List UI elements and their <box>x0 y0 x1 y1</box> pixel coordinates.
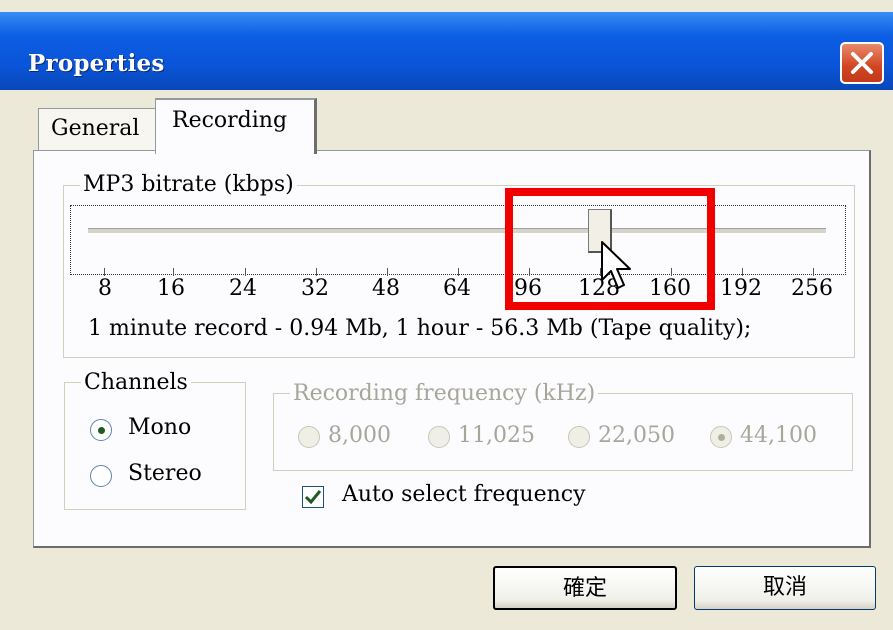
frequency-group-label: Recording frequency (kHz) <box>290 381 599 406</box>
channels-group: Channels <box>64 370 246 510</box>
slider-tick <box>458 268 459 276</box>
tick-label: 8 <box>98 276 112 301</box>
tick-label: 24 <box>229 276 257 301</box>
freq-44100-label[interactable]: 44,100 <box>740 423 817 448</box>
tick-label: 256 <box>791 276 833 301</box>
slider-tick <box>742 268 743 276</box>
close-button[interactable] <box>840 42 884 84</box>
freq-8000-radio[interactable] <box>298 426 320 448</box>
tick-label: 16 <box>157 276 185 301</box>
freq-11025-label[interactable]: 11,025 <box>458 423 535 448</box>
slider-tick <box>173 268 174 276</box>
channels-group-label: Channels <box>81 370 191 395</box>
freq-22050-radio[interactable] <box>568 426 590 448</box>
cancel-button[interactable]: 取消 <box>694 566 876 610</box>
slider-tick <box>316 268 317 276</box>
freq-8000-label[interactable]: 8,000 <box>328 423 391 448</box>
bitrate-group-label: MP3 bitrate (kbps) <box>80 172 297 197</box>
auto-select-label[interactable]: Auto select frequency <box>342 482 586 507</box>
auto-select-checkbox[interactable] <box>302 486 324 508</box>
slider-tick <box>245 268 246 276</box>
slider-tick <box>387 268 388 276</box>
stereo-label[interactable]: Stereo <box>128 461 202 486</box>
tab-recording[interactable]: Recording <box>155 98 317 154</box>
slider-tick <box>104 268 105 276</box>
tab-general[interactable]: General <box>38 108 156 152</box>
freq-44100-radio[interactable] <box>710 426 732 448</box>
slider-track[interactable] <box>88 228 826 234</box>
ok-button[interactable]: 確定 <box>493 566 677 610</box>
freq-22050-label[interactable]: 22,050 <box>598 423 675 448</box>
tick-label: 32 <box>301 276 329 301</box>
checkmark-icon <box>304 490 322 505</box>
freq-11025-radio[interactable] <box>428 426 450 448</box>
slider-tick <box>813 268 814 276</box>
window-title: Properties <box>28 50 165 77</box>
bitrate-info-text: 1 minute record - 0.94 Mb, 1 hour - 56.3… <box>88 316 752 341</box>
close-icon <box>851 52 873 74</box>
mono-radio[interactable] <box>90 419 112 441</box>
tick-label: 192 <box>720 276 762 301</box>
mouse-pointer-icon <box>601 241 631 289</box>
stereo-radio[interactable] <box>90 465 112 487</box>
tick-label: 48 <box>372 276 400 301</box>
properties-dialog: Properties General Recording MP3 bitrate… <box>0 0 893 630</box>
mono-label[interactable]: Mono <box>128 415 191 440</box>
title-bar[interactable]: Properties <box>0 12 893 90</box>
tick-label: 64 <box>443 276 471 301</box>
bitrate-slider[interactable] <box>70 205 846 275</box>
